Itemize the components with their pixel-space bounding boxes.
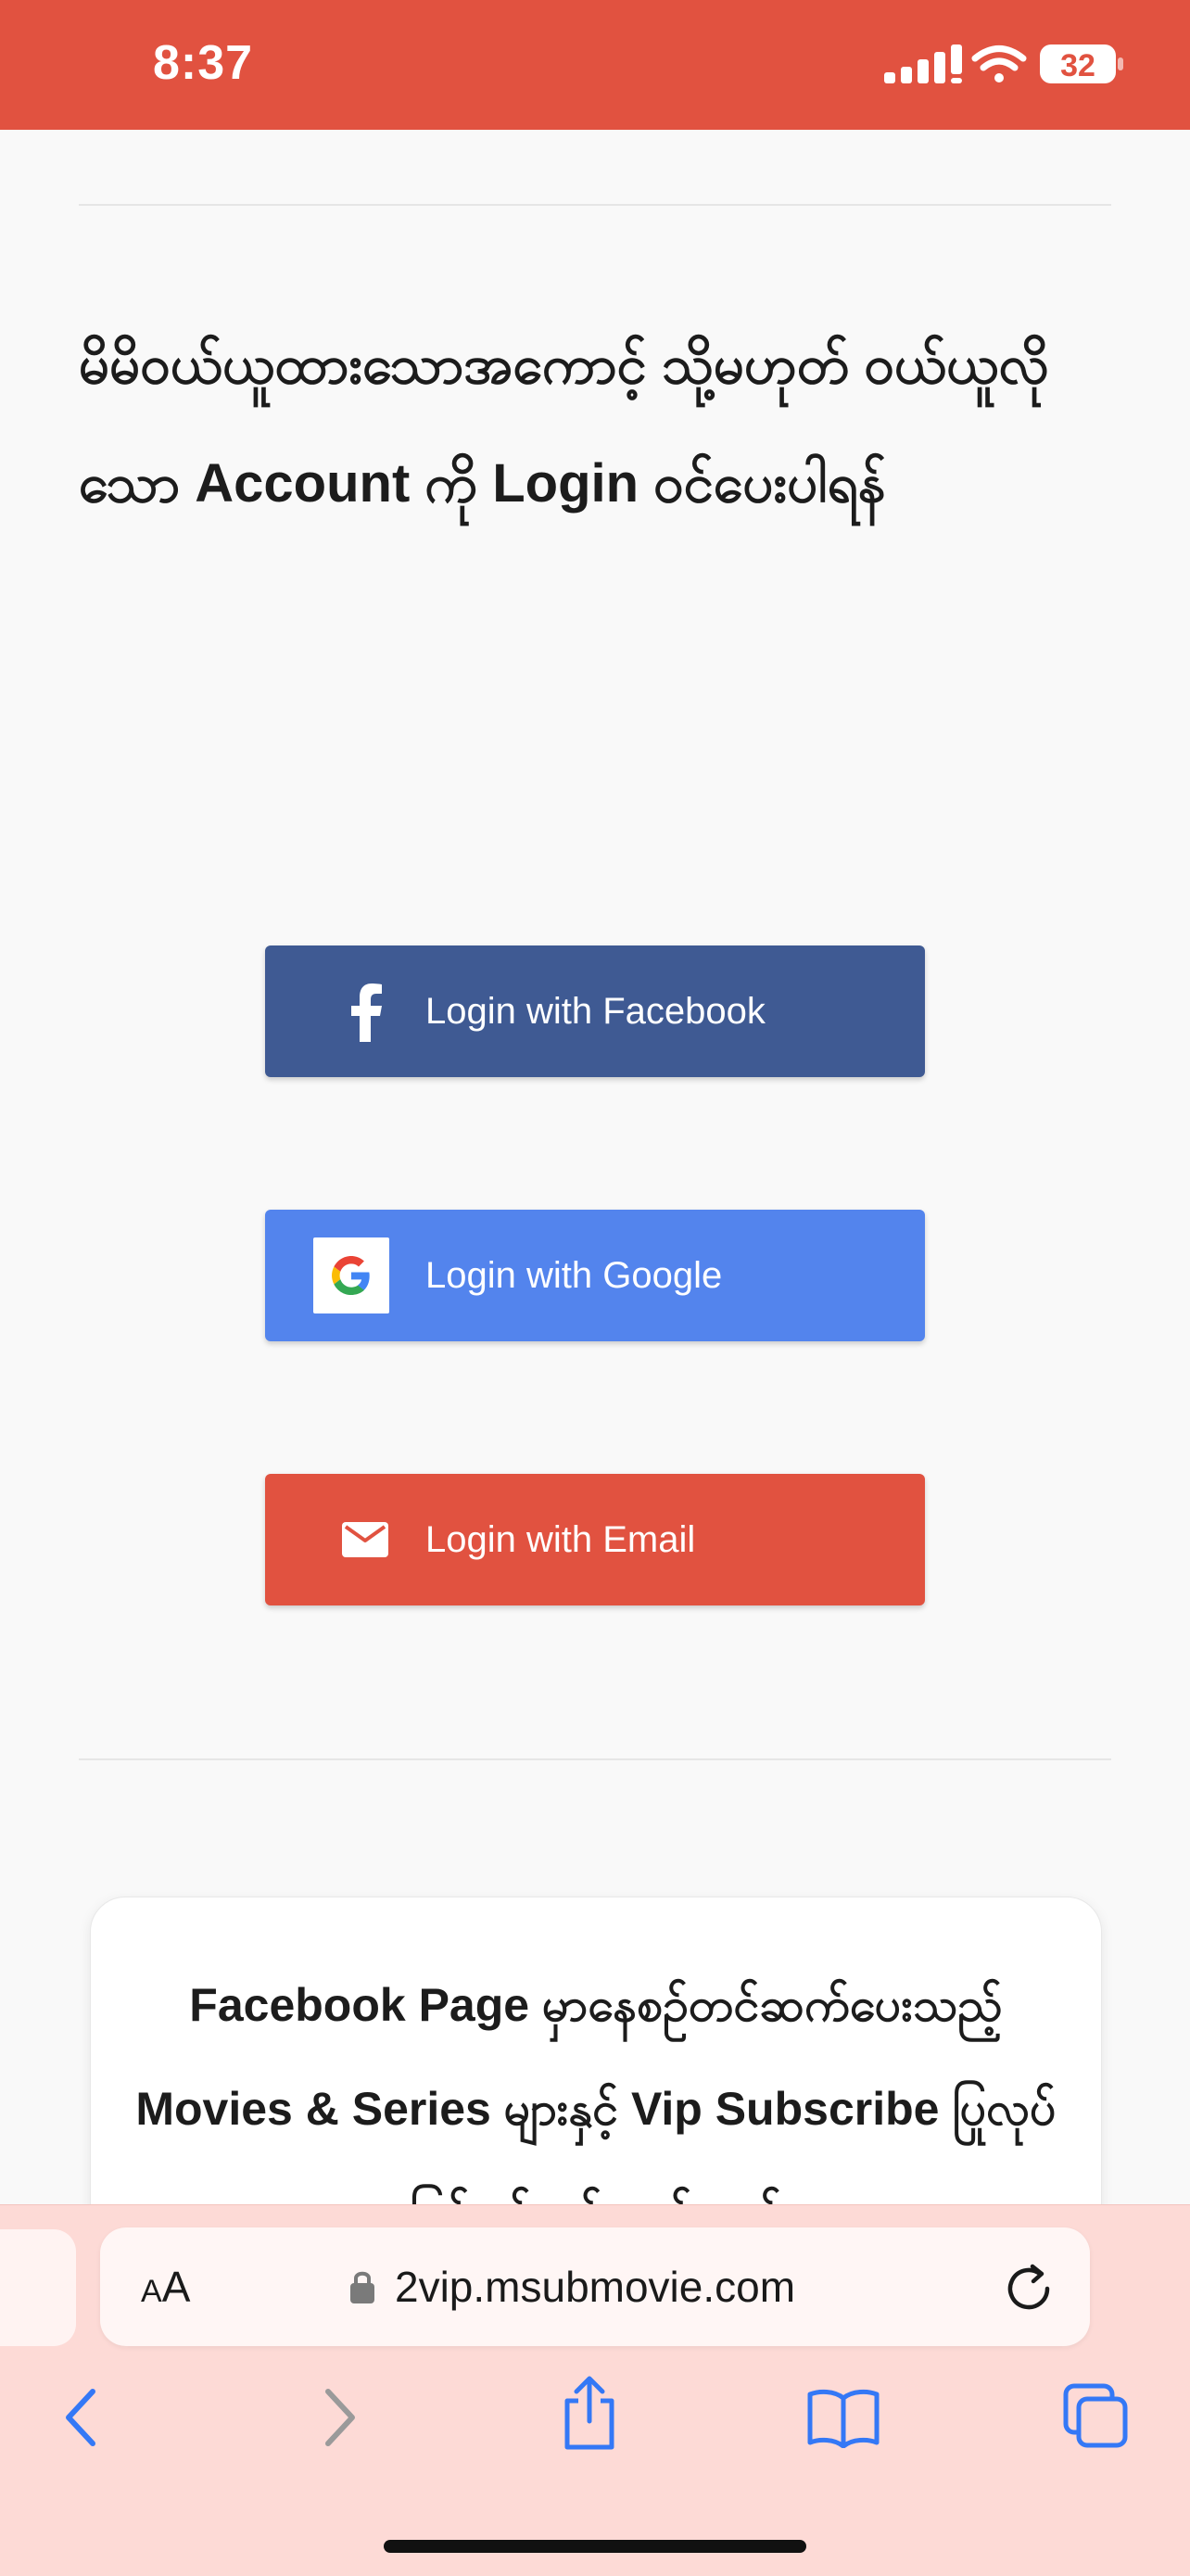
tabs-icon[interactable]	[1062, 2382, 1131, 2451]
status-time: 8:37	[153, 36, 254, 90]
share-icon[interactable]	[560, 2373, 619, 2451]
status-bar: 8:37 32	[0, 0, 1190, 130]
reload-icon[interactable]	[1005, 2263, 1055, 2313]
wifi-icon	[971, 45, 1027, 82]
email-login-button[interactable]: Login with Email	[265, 1474, 925, 1605]
email-icon	[342, 1522, 388, 1557]
url-text: 2vip.msubmovie.com	[395, 2263, 796, 2311]
facebook-login-button[interactable]: Login with Facebook	[265, 945, 925, 1077]
bookmarks-icon[interactable]	[806, 2387, 880, 2448]
email-login-label: Login with Email	[425, 1519, 696, 1560]
top-divider	[79, 204, 1111, 206]
text-size-button[interactable]: AA	[141, 2227, 190, 2351]
battery-level: 32	[1060, 48, 1095, 83]
google-login-label: Login with Google	[425, 1255, 723, 1296]
back-icon[interactable]	[57, 2384, 104, 2451]
battery-icon: 32	[1040, 44, 1123, 83]
forward-icon[interactable]	[317, 2384, 363, 2451]
google-login-button[interactable]: Login with Google	[265, 1210, 925, 1341]
home-indicator	[384, 2540, 806, 2553]
facebook-icon	[351, 983, 382, 1042]
address-bar[interactable]: AA 2vip.msubmovie.com	[100, 2227, 1090, 2346]
page-heading: မိမိဝယ်ယူထားသောအကောင့် သို့မဟုတ် ဝယ်ယူလိ…	[79, 335, 1049, 514]
status-icons: 32	[884, 44, 1123, 83]
bottom-divider	[79, 1758, 1111, 1760]
google-icon	[313, 1237, 389, 1313]
cellular-signal-icon	[884, 44, 962, 83]
facebook-login-label: Login with Facebook	[425, 991, 766, 1032]
lock-icon	[350, 2271, 374, 2303]
previous-tab-preview[interactable]	[0, 2229, 76, 2346]
